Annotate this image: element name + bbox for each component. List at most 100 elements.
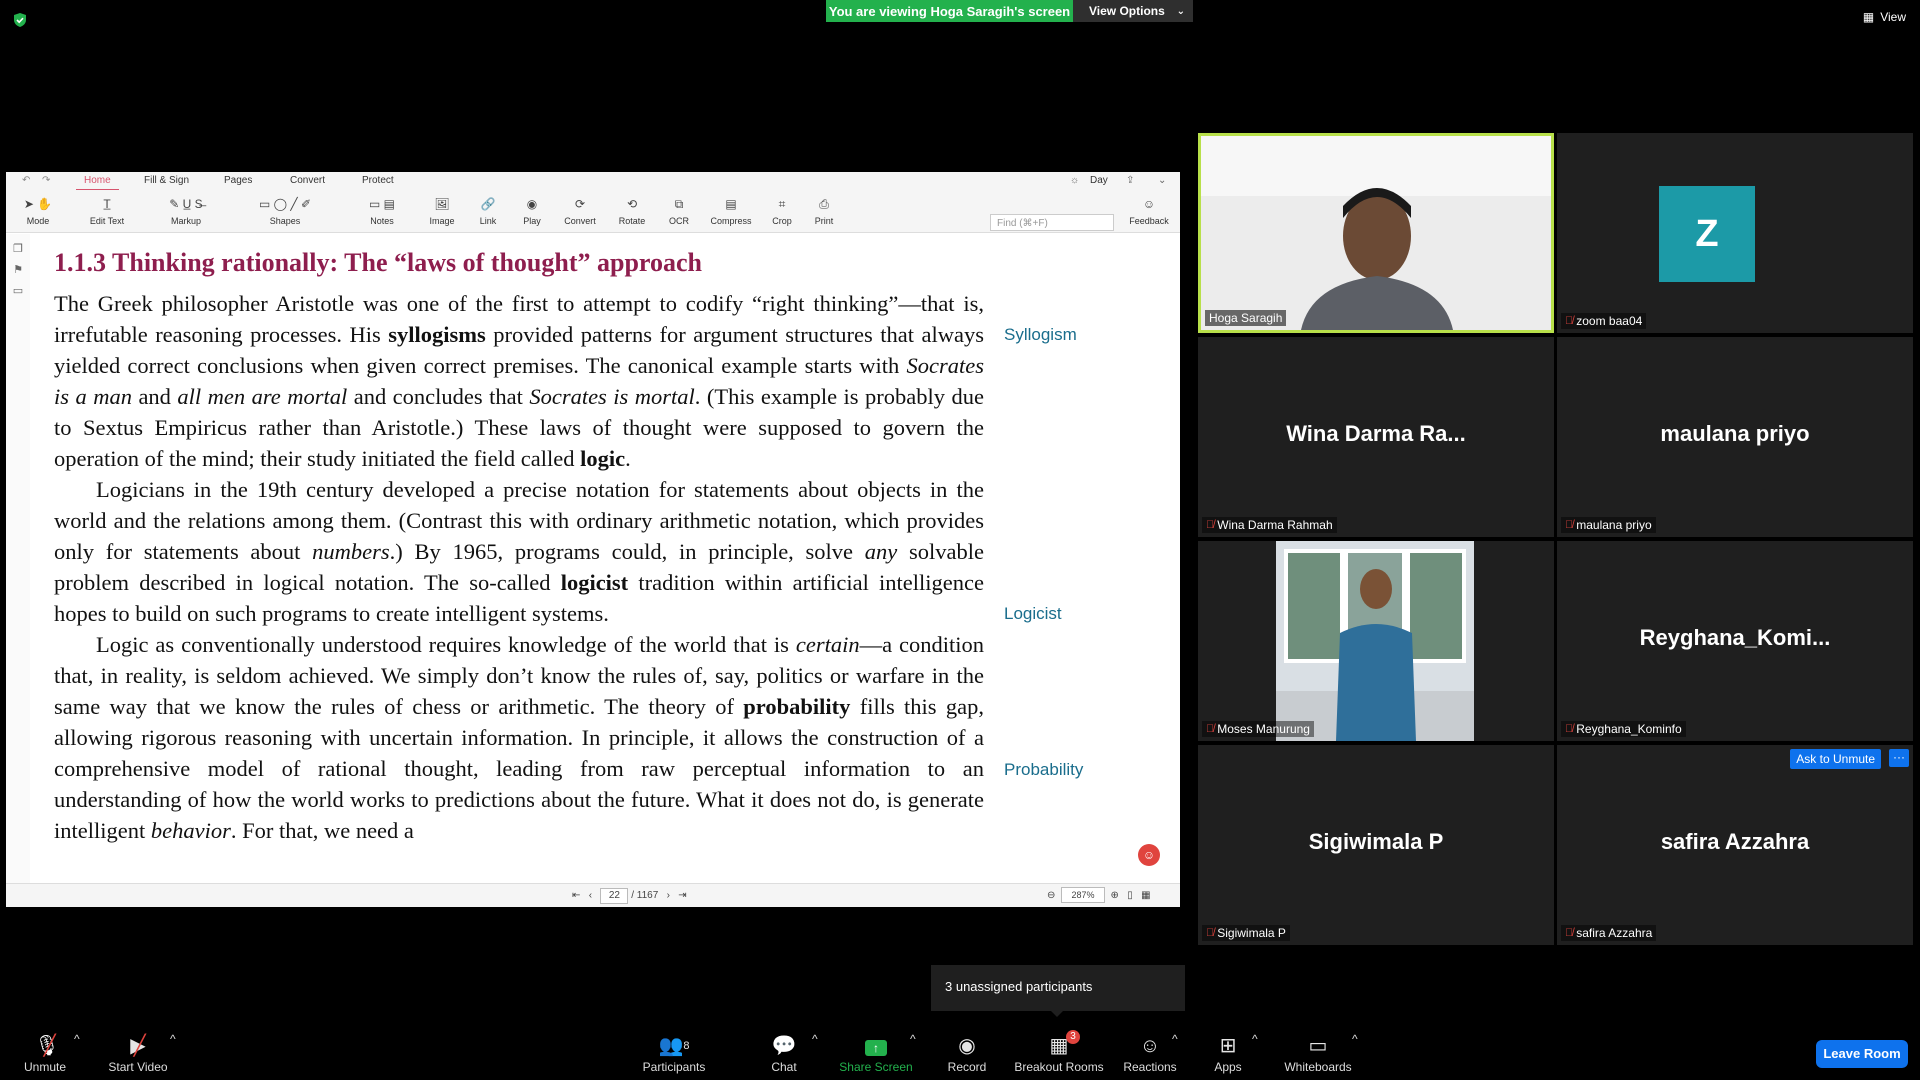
ask-to-unmute-button[interactable]: Ask to Unmute: [1790, 749, 1881, 769]
convert-tool[interactable]: ⟳ Convert: [558, 192, 602, 226]
single-page-icon[interactable]: ▯: [1127, 890, 1133, 901]
thumbnails-icon[interactable]: ❐: [6, 242, 30, 255]
tab-convert[interactable]: Convert: [290, 175, 325, 186]
pdf-page-content: 1.1.3 Thinking rationally: The “laws of …: [30, 234, 1180, 884]
collapse-icon[interactable]: ⌄: [1158, 175, 1166, 186]
margin-note-probability: Probability: [1004, 760, 1084, 779]
grid-page-icon[interactable]: ▦: [1141, 890, 1150, 901]
mic-muted-icon: 🎙̸: [1565, 519, 1574, 531]
prev-page-icon[interactable]: ‹: [589, 890, 592, 901]
security-shield-icon[interactable]: [12, 12, 28, 28]
whiteboards-options-caret[interactable]: ^: [1352, 1032, 1358, 1046]
chevron-down-icon: ⌄: [1176, 5, 1185, 17]
view-button[interactable]: ▦ View: [1863, 10, 1906, 24]
reactions-button[interactable]: ☺ Reactions: [1122, 1032, 1178, 1074]
video-tile-safira-azzahra[interactable]: Ask to Unmute ··· safira Azzahra 🎙̸ safir…: [1557, 745, 1913, 945]
mic-muted-icon: 🎙̸: [1565, 723, 1574, 735]
pdf-toolbar: ➤ ✋ Mode T̲ Edit Text ✎ U̲ S̶ Markup ▭ ◯ ╱ …: [6, 190, 1180, 233]
chat-button[interactable]: 💬 Chat: [764, 1032, 804, 1074]
comments-icon[interactable]: ▭: [6, 284, 30, 297]
tab-home[interactable]: Home: [76, 175, 119, 191]
video-tile-maulana-priyo[interactable]: maulana priyo 🎙̸ maulana priyo: [1557, 337, 1913, 537]
play-tool[interactable]: ◉ Play: [514, 192, 550, 226]
participant-name-label: 🎙̸ Reyghana_Kominfo: [1561, 721, 1686, 737]
rotate-tool[interactable]: ⟲ Rotate: [612, 192, 652, 226]
crop-tool[interactable]: ⌗ Crop: [766, 192, 798, 226]
whiteboards-button[interactable]: ▭ Whiteboards: [1282, 1032, 1354, 1074]
participant-name-label: 🎙̸ maulana priyo: [1561, 517, 1656, 533]
reactions-options-caret[interactable]: ^: [1172, 1032, 1178, 1046]
avatar: Z: [1659, 186, 1755, 282]
play-icon: ◉: [526, 197, 538, 211]
notes-tool[interactable]: ▭ ▤ Notes: [362, 192, 402, 226]
participant-video-moses: [1276, 541, 1474, 741]
brightness-icon[interactable]: ☼: [1070, 175, 1079, 186]
breakout-count-badge: 3: [1066, 1030, 1080, 1044]
bookmark-icon[interactable]: ⚑: [6, 263, 30, 276]
shapes-tool[interactable]: ▭ ◯ ╱ ✐ Shapes: [240, 192, 330, 226]
paragraph-2: Logicians in the 19th century developed …: [54, 477, 985, 626]
zoom-select[interactable]: 287%: [1060, 887, 1105, 903]
participant-name-label: 🎙̸ zoom baa04: [1561, 313, 1647, 329]
last-page-icon[interactable]: ⇥: [678, 890, 686, 901]
more-options-button[interactable]: ···: [1889, 749, 1909, 767]
participants-button[interactable]: 👥8 Participants: [640, 1032, 708, 1074]
image-tool[interactable]: 🖼 Image: [424, 192, 460, 226]
video-tile-hoga-saragih[interactable]: Hoga Saragih: [1198, 133, 1554, 333]
page-number-input[interactable]: 22: [600, 888, 629, 904]
share-icon[interactable]: ⇪: [1126, 175, 1134, 186]
zoom-in-icon[interactable]: ⊕: [1111, 890, 1119, 901]
mic-muted-icon: 🎙̸: [1565, 927, 1574, 939]
undo-icon[interactable]: ↶: [22, 175, 30, 186]
audio-options-caret[interactable]: ^: [74, 1032, 80, 1046]
apps-options-caret[interactable]: ^: [1252, 1032, 1258, 1046]
zoom-out-icon[interactable]: ⊖: [1047, 890, 1055, 901]
ocr-tool[interactable]: ⧉ OCR: [662, 192, 696, 226]
video-tile-wina-darma-rahmah[interactable]: Wina Darma Ra... 🎙̸ Wina Darma Rahmah: [1198, 337, 1554, 537]
share-screen-button[interactable]: ↑ Share Screen: [838, 1032, 914, 1074]
tab-pages[interactable]: Pages: [224, 175, 252, 186]
convert-icon: ⟳: [574, 197, 586, 211]
mic-muted-icon: 🎙̸: [1206, 723, 1215, 735]
leave-room-button[interactable]: Leave Room: [1816, 1040, 1908, 1068]
tab-protect[interactable]: Protect: [362, 175, 394, 186]
participant-video-hoga: [1201, 136, 1551, 330]
tab-fill-sign[interactable]: Fill & Sign: [144, 175, 189, 186]
unmute-button[interactable]: 🎙╱ Unmute: [20, 1032, 70, 1074]
video-tile-zoom-baa04[interactable]: Z 🎙̸ zoom baa04: [1557, 133, 1913, 333]
mic-muted-icon: 🎙̸: [1565, 315, 1574, 327]
record-button[interactable]: ◉ Record: [944, 1032, 990, 1074]
note-icon: ▭ ▤: [368, 197, 395, 211]
find-placeholder: Find (⌘+F): [997, 218, 1048, 229]
find-input[interactable]: Find (⌘+F): [990, 214, 1114, 231]
mic-muted-icon: 🎙̸: [1206, 927, 1215, 939]
day-mode-select[interactable]: Day: [1090, 175, 1108, 186]
markup-tool[interactable]: ✎ U̲ S̶ Markup: [146, 192, 226, 226]
start-video-button[interactable]: ▶╱ Start Video: [104, 1032, 172, 1074]
participant-display-name: Reyghana_Komi...: [1639, 625, 1831, 650]
mic-muted-icon: 🎙╱: [34, 1035, 60, 1057]
edit-text-tool[interactable]: T̲ Edit Text: [82, 192, 132, 226]
apps-button[interactable]: ⊞ Apps: [1208, 1032, 1248, 1074]
print-icon: ⎙: [819, 197, 829, 211]
video-tile-reyghana-kominfo[interactable]: Reyghana_Komi... 🎙̸ Reyghana_Kominfo: [1557, 541, 1913, 741]
mode-tool[interactable]: ➤ ✋ Mode: [20, 192, 56, 226]
chat-options-caret[interactable]: ^: [812, 1032, 818, 1046]
feedback-button[interactable]: ☺ Feedback: [1126, 192, 1172, 226]
video-off-icon: ▶╱: [130, 1035, 146, 1057]
video-options-caret[interactable]: ^: [170, 1032, 176, 1046]
share-options-caret[interactable]: ^: [910, 1032, 916, 1046]
video-tile-sigiwimala-p[interactable]: Sigiwimala P 🎙̸ Sigiwimala P: [1198, 745, 1554, 945]
next-page-icon[interactable]: ›: [667, 890, 670, 901]
view-options-button[interactable]: View Options ⌄: [1073, 0, 1193, 22]
reactions-icon: ☺: [1139, 1035, 1161, 1057]
link-tool[interactable]: 🔗 Link: [470, 192, 506, 226]
assistant-bot-icon[interactable]: ☺: [1138, 844, 1160, 866]
video-tile-moses-manurung[interactable]: 🎙̸ Moses Manurung: [1198, 541, 1554, 741]
print-tool[interactable]: ⎙ Print: [808, 192, 840, 226]
paragraph-1: The Greek philosopher Aristotle was one …: [54, 291, 984, 471]
breakout-rooms-button[interactable]: ▦ Breakout Rooms 3: [1012, 1030, 1106, 1074]
compress-tool[interactable]: ▤ Compress: [706, 192, 756, 226]
first-page-icon[interactable]: ⇤: [572, 890, 580, 901]
redo-icon[interactable]: ↷: [42, 175, 50, 186]
